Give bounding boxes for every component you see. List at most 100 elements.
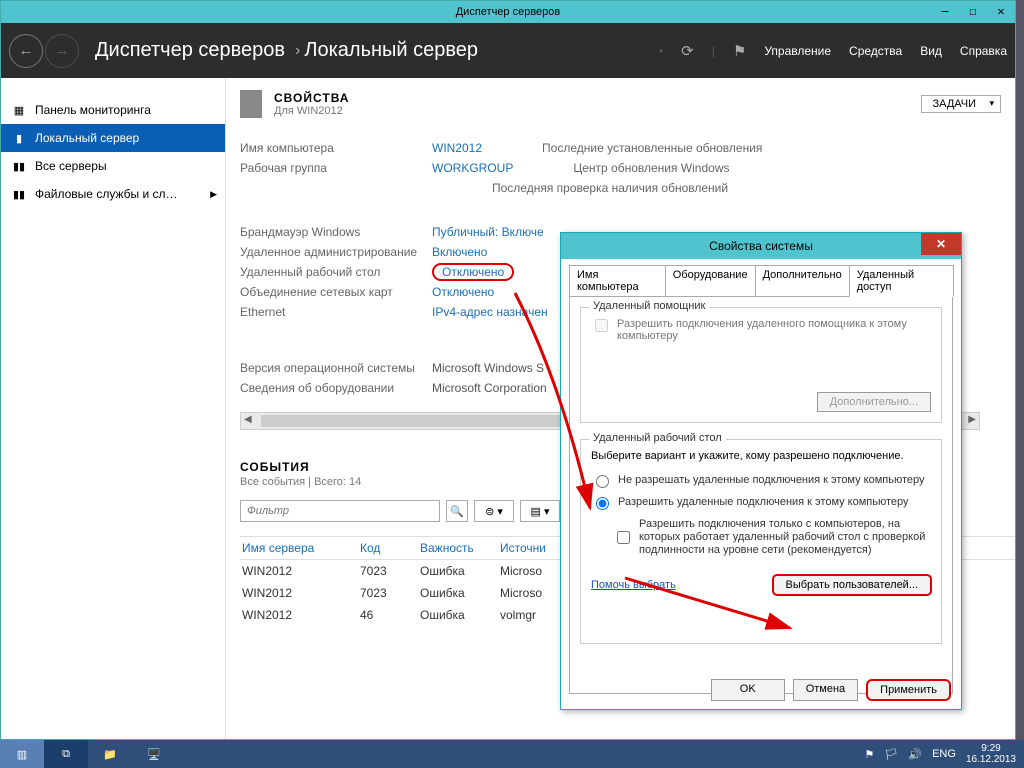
- prop-label: Удаленное администрирование: [240, 245, 432, 259]
- prop-label: Последние установленные обновления: [542, 141, 762, 155]
- minimize-button[interactable]: —: [931, 1, 959, 21]
- prop-value[interactable]: WORKGROUP: [432, 161, 513, 175]
- tab-advanced[interactable]: Дополнительно: [755, 265, 850, 297]
- menu-view[interactable]: Вид: [920, 44, 942, 58]
- sidebar-item-dashboard[interactable]: ▦ Панель мониторинга: [1, 96, 225, 124]
- prop-value: Microsoft Corporation: [432, 381, 547, 395]
- radio-label: Разрешить удаленные подключения к этому …: [618, 496, 909, 508]
- remote-assistance-checkbox: [595, 319, 608, 332]
- breadcrumb-root[interactable]: Диспетчер серверов: [95, 39, 285, 62]
- sidebar: ▦ Панель мониторинга ▮ Локальный сервер …: [1, 78, 226, 739]
- checkbox-label: Разрешить подключения удаленного помощни…: [617, 318, 931, 342]
- group-title: Удаленный помощник: [589, 300, 709, 312]
- dialog-tabs: Имя компьютера Оборудование Дополнительн…: [569, 265, 953, 297]
- dialog-titlebar[interactable]: Свойства системы ✕: [561, 233, 961, 259]
- header-bar: ← → Диспетчер серверов › Локальный серве…: [1, 23, 1015, 78]
- sidebar-item-all-servers[interactable]: ▮▮ Все серверы: [1, 152, 225, 180]
- taskbar: ▥ ⧉ 📁 🖥️ ⚑ 🏳 🔊 ENG 9:29 16.12.2013: [0, 740, 1024, 768]
- server-tile-icon: [240, 90, 262, 118]
- group-remote-assistance: Удаленный помощник Разрешить подключения…: [580, 307, 942, 423]
- prop-label: Версия операционной системы: [240, 361, 432, 375]
- chevron-right-icon: ▶: [210, 189, 217, 200]
- prop-label: Рабочая группа: [240, 161, 432, 175]
- menu-help[interactable]: Справка: [960, 44, 1007, 58]
- col-header[interactable]: Важность: [420, 541, 500, 555]
- storage-icon: ▮▮: [11, 188, 27, 201]
- advanced-button: Дополнительно...: [817, 392, 931, 412]
- group-hint: Выберите вариант и укажите, кому разреше…: [591, 450, 931, 462]
- prop-value-remote-desktop[interactable]: Отключено: [432, 263, 514, 281]
- ok-button[interactable]: OK: [711, 679, 785, 701]
- apply-button[interactable]: Применить: [866, 679, 951, 701]
- col-header[interactable]: Код: [360, 541, 420, 555]
- prop-label: Сведения об оборудовании: [240, 381, 432, 395]
- radio-deny[interactable]: [596, 475, 609, 488]
- radio-label: Не разрешать удаленные подключения к это…: [618, 474, 925, 486]
- col-header[interactable]: Имя сервера: [240, 541, 360, 555]
- prop-label: Удаленный рабочий стол: [240, 265, 432, 279]
- help-choose-link[interactable]: Помочь выбрать: [591, 579, 676, 591]
- tab-pane-remote: Удаленный помощник Разрешить подключения…: [569, 296, 953, 694]
- task-powershell[interactable]: ⧉: [44, 740, 88, 768]
- sidebar-item-file-services[interactable]: ▮▮ Файловые службы и сл… ▶: [1, 180, 225, 208]
- tab-remote[interactable]: Удаленный доступ: [849, 265, 954, 297]
- prop-value[interactable]: Отключено: [432, 285, 494, 299]
- tray-network-icon[interactable]: 🏳: [884, 748, 898, 761]
- prop-label: Ethernet: [240, 305, 432, 319]
- checkbox-label: Разрешить подключения только с компьютер…: [639, 518, 931, 557]
- sidebar-item-label: Локальный сервер: [35, 131, 139, 145]
- refresh-icon[interactable]: ⟳: [681, 42, 694, 60]
- select-users-button[interactable]: Выбрать пользователей...: [773, 575, 932, 595]
- tab-computer-name[interactable]: Имя компьютера: [569, 265, 666, 297]
- maximize-button[interactable]: ☐: [959, 1, 987, 21]
- prop-label: Центр обновления Windows: [573, 161, 729, 175]
- prop-value[interactable]: WIN2012: [432, 141, 482, 155]
- prop-label: Имя компьютера: [240, 141, 432, 155]
- task-explorer[interactable]: 📁: [88, 740, 132, 768]
- group-remote-desktop: Удаленный рабочий стол Выберите вариант …: [580, 439, 942, 644]
- servers-icon: ▮▮: [11, 160, 27, 173]
- tab-hardware[interactable]: Оборудование: [665, 265, 756, 297]
- radio-allow[interactable]: [596, 497, 609, 510]
- prop-label: Объединение сетевых карт: [240, 285, 432, 299]
- close-button[interactable]: ✕: [987, 1, 1015, 21]
- dialog-title: Свойства системы: [709, 239, 813, 253]
- filter-options[interactable]: ▤ ▾: [520, 500, 560, 522]
- task-server-manager[interactable]: ▥: [0, 740, 44, 768]
- forward-button[interactable]: →: [45, 34, 79, 68]
- tasks-dropdown[interactable]: ЗАДАЧИ: [921, 95, 1001, 113]
- menu-manage[interactable]: Управление: [764, 44, 831, 58]
- sidebar-item-label: Все серверы: [35, 159, 107, 173]
- breadcrumb-page: Локальный сервер: [304, 39, 478, 62]
- menu-tools[interactable]: Средства: [849, 44, 902, 58]
- prop-label: Последняя проверка наличия обновлений: [492, 181, 728, 195]
- task-app[interactable]: 🖥️: [132, 740, 176, 768]
- server-icon: ▮: [11, 132, 27, 145]
- events-filter-input[interactable]: [240, 500, 440, 522]
- dashboard-icon: ▦: [11, 104, 27, 117]
- cancel-button[interactable]: Отмена: [793, 679, 858, 701]
- nla-checkbox[interactable]: [617, 521, 630, 554]
- system-properties-dialog: Свойства системы ✕ Имя компьютера Оборуд…: [560, 232, 962, 710]
- properties-heading: СВОЙСТВА: [274, 91, 349, 105]
- prop-value[interactable]: Включено: [432, 245, 487, 259]
- dialog-close-button[interactable]: ✕: [921, 233, 961, 255]
- search-icon[interactable]: 🔍: [446, 500, 468, 522]
- group-title: Удаленный рабочий стол: [589, 432, 726, 444]
- sidebar-item-local-server[interactable]: ▮ Локальный сервер: [1, 124, 225, 152]
- chevron-right-icon: ›: [295, 42, 300, 60]
- tray-flag-icon[interactable]: ⚑: [865, 748, 875, 761]
- tray-clock[interactable]: 9:29 16.12.2013: [966, 743, 1016, 765]
- flag-icon[interactable]: ⚑: [733, 42, 746, 60]
- tray-lang[interactable]: ENG: [932, 748, 956, 760]
- properties-subheading: Для WIN2012: [274, 105, 349, 117]
- prop-value[interactable]: IPv4-адрес назначен: [432, 305, 548, 319]
- window-title: Диспетчер серверов: [456, 6, 561, 18]
- back-button[interactable]: ←: [9, 34, 43, 68]
- filter-dropdown[interactable]: ⊜ ▾: [474, 500, 514, 522]
- titlebar: Диспетчер серверов — ☐ ✕: [1, 1, 1015, 23]
- prop-label: Брандмауэр Windows: [240, 225, 432, 239]
- sidebar-item-label: Панель мониторинга: [35, 103, 151, 117]
- prop-value[interactable]: Публичный: Включе: [432, 225, 544, 239]
- tray-sound-icon[interactable]: 🔊: [908, 748, 922, 761]
